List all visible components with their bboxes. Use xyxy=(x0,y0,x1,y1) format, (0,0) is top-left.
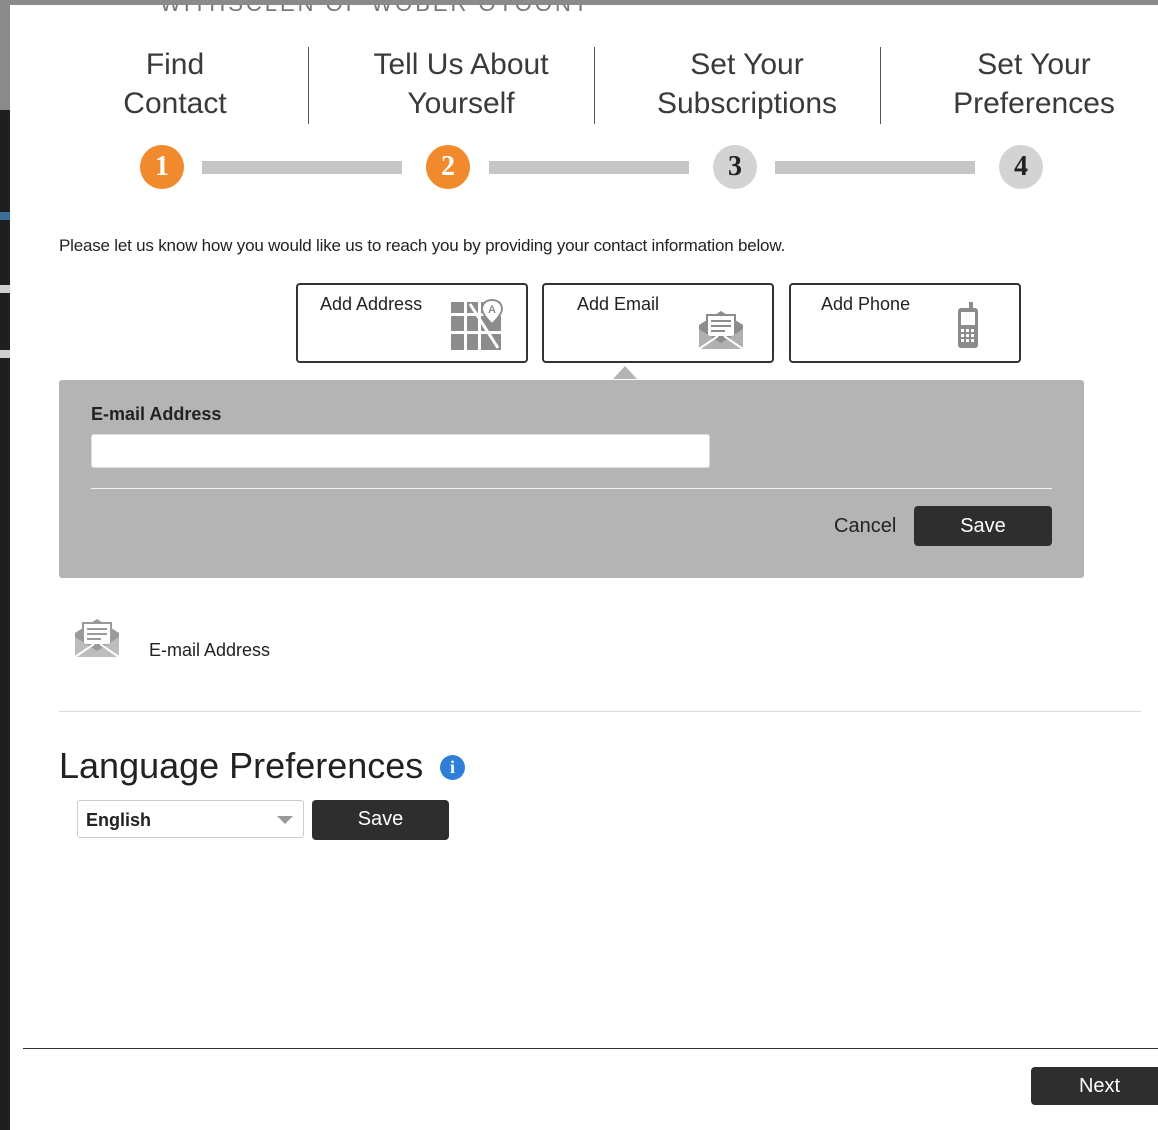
step-divider xyxy=(594,47,595,124)
add-address-label: Add Address xyxy=(320,294,423,314)
add-email-label: Add Email xyxy=(577,294,660,314)
step-divider xyxy=(880,47,881,124)
language-selected-value: English xyxy=(86,810,152,830)
step-label-line1: Tell Us About xyxy=(373,48,549,81)
email-field[interactable] xyxy=(91,434,710,468)
step-1-indicator: 1 xyxy=(140,145,184,189)
step-label-line1: Set Your xyxy=(690,48,804,81)
envelope-icon xyxy=(696,303,746,356)
footer-divider xyxy=(23,1048,1158,1049)
step-divider xyxy=(308,47,309,124)
saved-contact-label: E-mail Address xyxy=(149,640,271,660)
wizard-steps: Find Contact Tell Us About Yourself Set … xyxy=(20,45,1158,125)
email-field-label: E-mail Address xyxy=(91,404,222,424)
next-button[interactable]: Next xyxy=(1031,1067,1158,1105)
svg-text:A: A xyxy=(488,304,496,316)
add-address-button[interactable]: Add Address A xyxy=(296,283,528,363)
step-label-line2: Subscriptions xyxy=(656,87,838,120)
map-icon: A xyxy=(448,298,504,357)
step-label-line1: Set Your xyxy=(977,48,1091,81)
step-progress-bar xyxy=(202,161,402,174)
language-select[interactable]: English xyxy=(77,800,304,838)
panel-pointer xyxy=(613,366,637,379)
cancel-button[interactable]: Cancel xyxy=(834,515,896,538)
step-label-line2: Preferences xyxy=(953,87,1115,120)
step-4-indicator: 4 xyxy=(999,145,1043,189)
section-divider xyxy=(59,711,1141,712)
step-label-line1: Find xyxy=(145,48,205,81)
step-3-indicator: 3 xyxy=(713,145,757,189)
info-icon[interactable]: i xyxy=(440,755,465,780)
step-progress-bar xyxy=(775,161,975,174)
chevron-down-icon xyxy=(277,816,293,824)
step-label-line2: Yourself xyxy=(407,87,515,120)
intro-text: Please let us know how you would like us… xyxy=(59,236,785,255)
step-progress-bar xyxy=(489,161,689,174)
email-entry-panel: E-mail Address Cancel Save xyxy=(59,380,1084,578)
panel-divider xyxy=(91,488,1052,489)
step-tell-us-about-yourself: Tell Us About Yourself xyxy=(318,45,604,123)
step-label-line2: Contact xyxy=(123,87,227,120)
add-phone-label: Add Phone xyxy=(821,294,911,314)
envelope-icon xyxy=(72,611,122,664)
add-phone-button[interactable]: Add Phone xyxy=(789,283,1021,363)
step-set-your-subscriptions: Set Your Subscriptions xyxy=(604,45,890,123)
language-preferences-title: Language Preferences xyxy=(59,745,424,786)
add-email-button[interactable]: Add Email xyxy=(542,283,774,363)
save-email-button[interactable]: Save xyxy=(914,506,1052,546)
contact-wizard-modal: WITHSCLEN OF WOBER OTOONT Find Contact T… xyxy=(10,5,1158,1130)
save-language-button[interactable]: Save xyxy=(312,800,449,840)
step-find-contact: Find Contact xyxy=(32,45,318,123)
step-2-indicator: 2 xyxy=(426,145,470,189)
backdrop-heading: WITHSCLEN OF WOBER OTOONT xyxy=(160,5,590,17)
step-set-your-preferences: Set Your Preferences xyxy=(891,45,1158,123)
mobile-phone-icon xyxy=(955,301,981,356)
